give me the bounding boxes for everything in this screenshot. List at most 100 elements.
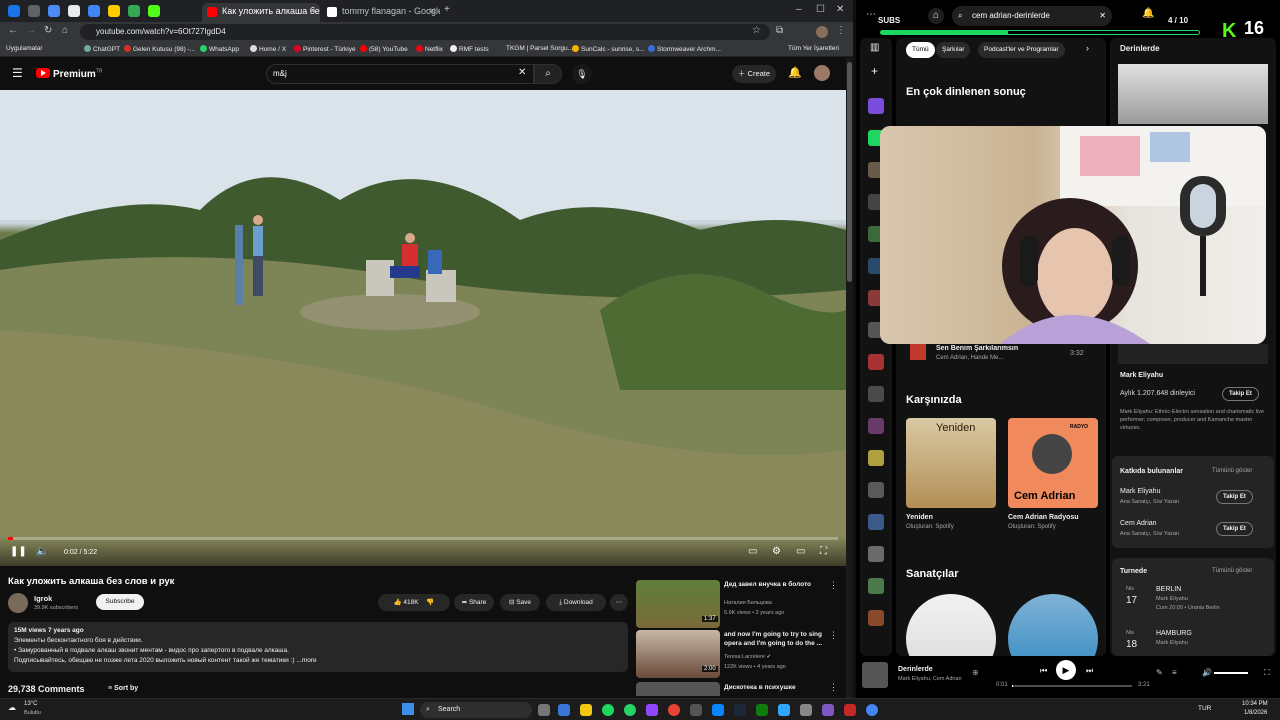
chip-all[interactable]: Tümü — [906, 42, 935, 58]
subscribe-button[interactable]: Subscribe — [96, 594, 144, 610]
obs-taskbar-icon[interactable] — [646, 704, 658, 716]
library-item[interactable] — [868, 450, 884, 466]
playback-progress-bar[interactable] — [1012, 685, 1132, 687]
bookmark-item[interactable]: TKGM | Parsel Sorgu... — [506, 45, 573, 52]
contributor-name[interactable]: Cem Adrian — [1120, 520, 1157, 527]
dislike-button[interactable]: 👎 — [426, 599, 434, 606]
app-taskbar-icon[interactable] — [690, 704, 702, 716]
bookmark-star-icon[interactable]: ☆ — [752, 25, 761, 36]
search-button[interactable]: ⌕ — [534, 64, 562, 84]
home-icon[interactable]: ⌂ — [62, 25, 68, 36]
clock-date[interactable]: 1/8/2026 — [1244, 710, 1267, 716]
more-options-icon[interactable]: ⋮ — [829, 682, 838, 693]
theater-mode-icon[interactable]: ▭ — [796, 546, 805, 557]
back-icon[interactable]: ← — [8, 25, 18, 36]
search-input[interactable]: m&j — [266, 64, 534, 84]
input-language[interactable]: TUR — [1198, 705, 1211, 712]
chip-podcasts[interactable]: Podcast'ler ve Programlar — [978, 42, 1065, 58]
next-track-icon[interactable]: ⏭ — [1086, 666, 1093, 676]
tour-event[interactable]: Nis 18 HAMBURG Mark Eliyahu — [1120, 630, 1270, 656]
bookmark-item[interactable]: Home / X — [250, 45, 286, 53]
bookmark-item[interactable]: (58) YouTube — [360, 45, 408, 53]
subtitles-icon[interactable]: ▭ — [748, 546, 757, 557]
app-taskbar-icon[interactable] — [712, 704, 724, 716]
bookmark-apps[interactable]: Uygulamalar — [6, 45, 43, 52]
recommended-video[interactable]: 1:37 Дед завел внучка в болото Наталия Б… — [636, 580, 846, 628]
start-windows-icon[interactable] — [402, 703, 414, 715]
all-bookmarks-folder[interactable]: Tüm Yer İşaretleri — [788, 45, 839, 52]
liked-songs-icon[interactable] — [868, 98, 884, 114]
library-item[interactable] — [868, 546, 884, 562]
play-button[interactable]: ▶ — [1056, 660, 1076, 680]
clock-time[interactable]: 10:34 PM — [1242, 701, 1268, 707]
bookmark-item[interactable]: Gelen Kutusu (98) -... — [124, 45, 195, 53]
home-icon[interactable]: ⌂ — [928, 8, 944, 24]
fullscreen-icon[interactable]: ⛶ — [1264, 668, 1270, 678]
contributor-name[interactable]: Mark Eliyahu — [1120, 488, 1160, 495]
recommended-video[interactable]: 2:00 and now I'm going to try to sing op… — [636, 630, 846, 678]
more-menu-icon[interactable]: ⋯ — [866, 9, 876, 20]
app-taskbar-icon[interactable] — [800, 704, 812, 716]
page-scrollbar[interactable] — [846, 58, 853, 698]
now-playing-title[interactable]: Derinlerde — [898, 666, 933, 673]
tab-youtube-video[interactable]: Как уложить алкаша без с ✕ — [202, 3, 320, 22]
video-player[interactable]: ❚❚ 🔈 0:02 / 5:22 ▭ ⚙ ▭ ⛶ — [0, 90, 846, 566]
tour-event[interactable]: Nis 17 BERLIN Mark Eliyahu Cum 20:00 • U… — [1120, 586, 1270, 620]
close-tab-icon[interactable]: ✕ — [428, 3, 436, 20]
more-options-icon[interactable]: ⋮ — [829, 580, 838, 591]
app-taskbar-icon[interactable] — [844, 704, 856, 716]
fullscreen-icon[interactable]: ⛶ — [820, 546, 827, 557]
account-avatar[interactable] — [814, 65, 830, 81]
pause-icon[interactable]: ❚❚ — [10, 546, 27, 557]
volume-icon[interactable]: 🔈 — [36, 546, 48, 557]
extensions-icon[interactable]: ⧉ — [776, 25, 783, 36]
now-playing-artist[interactable]: Mark Eliyahu, Cem Adrian — [898, 676, 962, 682]
bookmark-item[interactable]: Netflix — [416, 45, 443, 53]
library-icon[interactable]: ▥ — [870, 42, 879, 53]
chrome-menu-icon[interactable]: ⋮ — [836, 25, 846, 36]
show-all-link[interactable]: Tümünü göster — [1212, 568, 1252, 574]
artist-avatar[interactable] — [1008, 594, 1098, 656]
pinned-tab-kick-icon[interactable] — [148, 5, 160, 17]
file-explorer-icon[interactable] — [580, 704, 592, 716]
chevron-right-icon[interactable]: › — [1086, 43, 1089, 53]
xbox-taskbar-icon[interactable] — [756, 704, 768, 716]
follow-button[interactable]: Takip Et — [1216, 490, 1253, 504]
widgets-icon[interactable] — [558, 704, 570, 716]
bookmark-item[interactable]: SunCalc - sunrise, s... — [572, 45, 645, 53]
song-row[interactable]: Sen Benim Şarkılarımsın Cem Adrian, Hand… — [906, 342, 1102, 366]
close-tab-icon[interactable]: ✕ — [308, 3, 316, 20]
follow-button[interactable]: Takip Et — [1216, 522, 1253, 536]
save-button[interactable]: ⊟ Save — [500, 594, 540, 611]
settings-gear-icon[interactable]: ⚙ — [772, 546, 781, 557]
whatsapp-taskbar-icon[interactable] — [624, 704, 636, 716]
voice-search-mic-icon[interactable]: 🎙 — [572, 64, 592, 84]
create-button[interactable]: ＋ Create — [732, 65, 776, 83]
bookmark-item[interactable]: Pinterest - Türkiye — [294, 45, 356, 53]
task-view-icon[interactable] — [538, 704, 550, 716]
pinned-tab-chatgpt-icon[interactable] — [48, 5, 60, 17]
add-to-library-icon[interactable]: ⊕ — [972, 668, 979, 677]
close-window-icon[interactable]: ✕ — [836, 4, 844, 15]
library-item[interactable] — [868, 482, 884, 498]
url-input[interactable]: youtube.com/watch?v=6Ot727IgdD4 — [80, 24, 770, 40]
hamburger-menu-icon[interactable]: ☰ — [12, 66, 23, 80]
clear-search-icon[interactable]: ✕ — [1099, 6, 1106, 26]
forward-icon[interactable]: → — [26, 25, 36, 36]
spotify-taskbar-icon[interactable] — [602, 704, 614, 716]
playlist-card-yeniden[interactable]: Yeniden Yeniden Oluşturan: Spotify — [906, 418, 996, 530]
clear-search-icon[interactable]: ✕ — [518, 67, 526, 78]
tab-google-search[interactable]: tommy flanagan - Google'da A ✕ — [322, 3, 440, 22]
maximize-icon[interactable]: ☐ — [816, 4, 825, 15]
pinned-tab-google-icon[interactable] — [128, 5, 140, 17]
library-item[interactable] — [868, 354, 884, 370]
pinned-tab-github-icon[interactable] — [68, 5, 80, 17]
queue-icon[interactable]: ≡ — [1172, 668, 1177, 677]
library-item[interactable] — [868, 418, 884, 434]
scrollbar-thumb[interactable] — [847, 62, 852, 282]
search-input[interactable]: ⌕ cem adrian-derinlerde ✕ — [952, 6, 1112, 26]
more-options-icon[interactable]: ⋮ — [829, 630, 838, 641]
follow-button[interactable]: Takip Et — [1222, 387, 1259, 401]
show-all-link[interactable]: Tümünü göster — [1212, 468, 1252, 474]
video-progress-bar[interactable] — [8, 537, 838, 540]
